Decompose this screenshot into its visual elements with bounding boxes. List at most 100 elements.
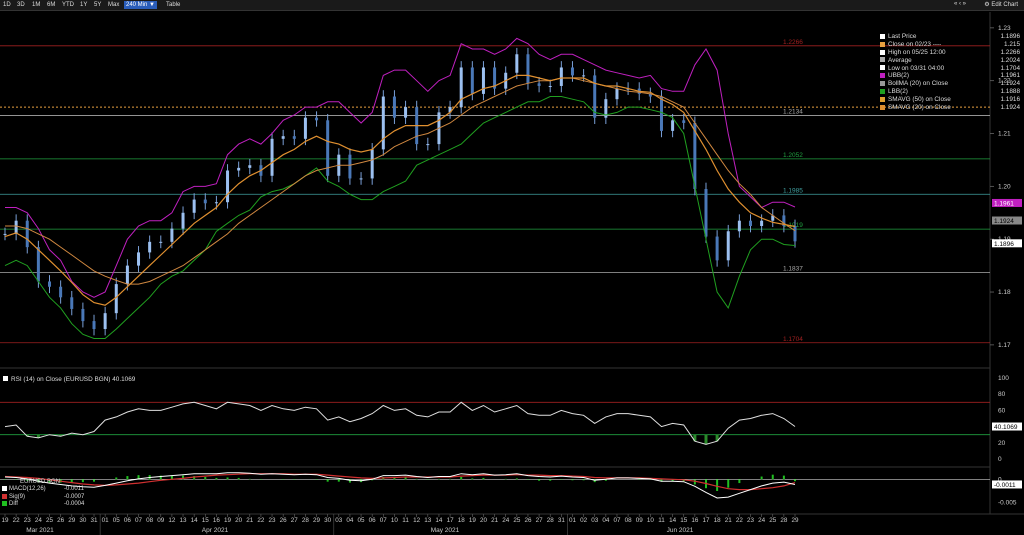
- x-axis-day-label: 22: [736, 517, 744, 524]
- price-candle-body: [682, 120, 686, 123]
- price-level-label: 1.1985: [783, 187, 803, 194]
- x-axis-day-label: 03: [335, 517, 343, 524]
- price-candle-body: [148, 241, 152, 253]
- macd-legend-item: Diff -0.0004: [2, 501, 84, 508]
- x-axis-day-label: 18: [714, 517, 722, 524]
- legend-value: 1.1961: [1000, 72, 1020, 80]
- legend-value: 1.1924: [1000, 80, 1020, 88]
- price-candle-body: [748, 220, 752, 226]
- price-candle-body: [315, 117, 319, 121]
- legend-label: High on 05/25 12:00: [888, 48, 946, 56]
- price-axis-label: 1.21: [998, 131, 1011, 138]
- x-axis-day-label: 25: [46, 517, 54, 524]
- legend-value: 1.1896: [1000, 33, 1020, 40]
- price-axis-label: 1.18: [998, 289, 1011, 296]
- legend-item: Average 1.2024: [880, 57, 1020, 65]
- rsi-axis-label: 100: [998, 375, 1009, 382]
- x-axis-day-label: 28: [780, 517, 788, 524]
- macd-legend-item: Sig(9) -0.0007: [2, 493, 84, 501]
- x-axis-day-label: 18: [458, 517, 466, 524]
- price-candle-body: [359, 178, 363, 180]
- x-axis-day-label: 31: [558, 517, 566, 524]
- legend-item: Low on 03/31 04:00 1.1704: [880, 65, 1020, 73]
- price-level-label: 1.2134: [783, 109, 803, 116]
- x-axis-day-label: 20: [480, 517, 488, 524]
- x-axis-day-label: 13: [424, 517, 432, 524]
- legend-label: Close on 02/23 ----: [888, 40, 942, 48]
- legend-value: 1.1924: [1000, 104, 1020, 112]
- x-axis-month-label: Apr 2021: [202, 527, 229, 534]
- macd-legend-label: Diff: [9, 501, 18, 508]
- legend-value: 1.215: [1004, 40, 1020, 48]
- x-axis-month-label: Mar 2021: [26, 527, 54, 534]
- x-axis-day-label: 30: [324, 517, 332, 524]
- legend-swatch: [880, 49, 885, 55]
- rsi-title: RSI (14) on Close (EURUSD BGN) 40.1069: [3, 376, 135, 383]
- macd-tag-text: -0.0011: [994, 482, 1016, 489]
- x-axis-day-label: 07: [380, 517, 388, 524]
- macd-legend-value: -0.0004: [64, 501, 85, 508]
- x-axis-day-label: 25: [513, 517, 521, 524]
- price-candle-body: [726, 231, 730, 261]
- legend-swatch: [2, 486, 7, 492]
- price-candle-body: [159, 241, 163, 243]
- legend-label: SMAVG (20) on Close: [888, 104, 951, 112]
- legend-item: Last Price 1.1896: [880, 33, 1020, 41]
- price-candle-body: [3, 233, 7, 235]
- price-candle-body: [203, 199, 207, 204]
- legend-value: 1.1916: [1000, 96, 1020, 104]
- price-candle-body: [526, 54, 530, 84]
- x-axis-day-label: 10: [391, 517, 399, 524]
- x-axis-day-label: 01: [569, 517, 577, 524]
- rsi-axis-label: 0: [998, 456, 1002, 463]
- sma50-line: [5, 77, 796, 285]
- legend-item: UBB(2) 1.1961: [880, 72, 1020, 80]
- x-axis-day-label: 21: [246, 517, 254, 524]
- lbb-line: [4, 96, 796, 339]
- legend-item: High on 05/25 12:00 1.2266: [880, 49, 1020, 57]
- macd-legend-value: -0.0007: [64, 493, 85, 500]
- x-axis-day-label: 15: [680, 517, 688, 524]
- x-axis-day-label: 12: [168, 517, 176, 524]
- price-candle-body: [615, 88, 619, 100]
- rsi-line: [4, 401, 796, 445]
- price-candle-body: [237, 167, 241, 171]
- x-axis-day-label: 15: [202, 517, 210, 524]
- rsi-tag-text: 40.1069: [994, 424, 1018, 431]
- legend-label: UBB(2): [888, 72, 909, 80]
- price-candle-body: [570, 67, 574, 76]
- macd-legend-label: MACD(12,26): [9, 486, 46, 493]
- price-candle-body: [81, 308, 85, 322]
- price-candle-body: [470, 67, 474, 94]
- price-tag-text: 1.1961: [994, 200, 1014, 207]
- macd-title: EURUSD BGN: [20, 479, 61, 485]
- legend-swatch: [880, 41, 885, 47]
- price-candle-body: [137, 252, 141, 266]
- price-candle-body: [381, 96, 385, 150]
- x-axis-day-label: 28: [302, 517, 310, 524]
- legend-swatch: [880, 33, 885, 39]
- macd-legend-value: -0.0011: [64, 486, 84, 493]
- price-candle-body: [181, 212, 185, 229]
- price-tag-text: 1.1924: [994, 218, 1014, 225]
- x-axis-day-label: 13: [180, 517, 188, 524]
- x-axis-day-label: 14: [191, 517, 199, 524]
- legend-label: BollMA (20) on Close: [888, 80, 949, 88]
- x-axis-day-label: 14: [435, 517, 443, 524]
- x-axis-day-label: 29: [313, 517, 321, 524]
- price-level-label: 1.2266: [783, 39, 803, 46]
- x-axis-day-label: 16: [691, 517, 699, 524]
- x-axis-day-label: 19: [469, 517, 477, 524]
- x-axis-day-label: 11: [402, 517, 409, 524]
- x-axis-day-label: 11: [658, 517, 665, 524]
- price-candle-body: [392, 96, 396, 118]
- price-candle-body: [548, 85, 552, 87]
- price-candle-body: [36, 247, 40, 282]
- x-axis-day-label: 31: [91, 517, 99, 524]
- x-axis-day-label: 22: [13, 517, 21, 524]
- price-level-label: 1.2052: [783, 152, 803, 159]
- legend-label: LBB(2): [888, 88, 908, 96]
- price-candle-body: [270, 138, 274, 176]
- price-candle-body: [226, 170, 230, 203]
- price-candle-body: [170, 228, 174, 242]
